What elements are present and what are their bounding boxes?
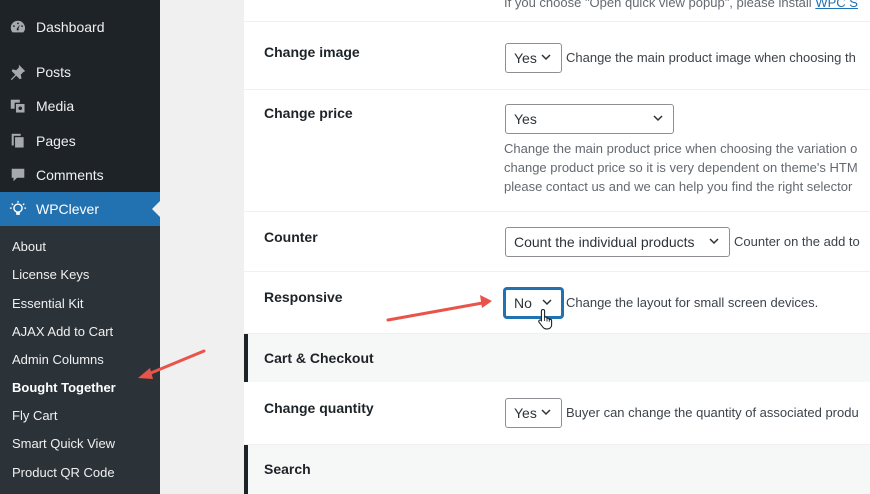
change-price-description-line-2: change product price so it is very depen… <box>504 160 858 175</box>
settings-row-change-quantity: Change quantity Yes Buyer can change the… <box>244 383 870 445</box>
quick-view-note: If you choose "Open quick view popup", p… <box>504 0 858 12</box>
submenu-item-about[interactable]: About <box>12 239 46 254</box>
sidebar-item-posts[interactable]: Posts <box>0 55 160 89</box>
pages-icon <box>11 133 25 149</box>
change-image-value: Yes <box>514 50 537 66</box>
hand-cursor-icon <box>538 308 553 330</box>
comments-icon <box>11 168 25 182</box>
chevron-down-icon <box>542 299 552 306</box>
annotation-arrow-responsive <box>386 295 492 322</box>
change-price-description-line-3: please contact us and we can help you fi… <box>504 179 853 194</box>
change-quantity-select[interactable]: Yes <box>505 398 562 428</box>
change-image-label: Change image <box>264 44 360 60</box>
pin-icon <box>10 64 26 81</box>
sidebar-item-label: Pages <box>36 133 76 149</box>
submenu-item-license-keys[interactable]: License Keys <box>12 267 89 282</box>
change-price-description-line-1: Change the main product price when choos… <box>504 141 858 156</box>
counter-description: Counter on the add to <box>734 234 860 249</box>
lightbulb-icon <box>9 200 27 215</box>
active-indicator <box>152 201 160 217</box>
submenu-item-essential-kit[interactable]: Essential Kit <box>12 296 84 311</box>
submenu-item-product-qr-code[interactable]: Product QR Code <box>12 465 115 480</box>
sidebar-item-label: Posts <box>36 64 72 80</box>
chevron-down-icon <box>653 115 663 122</box>
chevron-down-icon <box>541 54 551 61</box>
sidebar-item-dashboard[interactable]: Dashboard <box>0 10 160 44</box>
submenu-item-fly-cart[interactable]: Fly Cart <box>12 408 58 423</box>
submenu-item-smart-quick-view[interactable]: Smart Quick View <box>12 436 115 451</box>
change-quantity-description: Buyer can change the quantity of associa… <box>566 405 859 420</box>
section-header-cart-checkout: Cart & Checkout <box>244 334 870 382</box>
dashboard-icon <box>10 20 25 33</box>
settings-row-quick-view-note: If you choose "Open quick view popup", p… <box>244 0 870 22</box>
quick-view-note-text: If you choose "Open quick view popup", p… <box>504 0 812 10</box>
responsive-label: Responsive <box>264 289 343 305</box>
sidebar-item-label: Comments <box>36 167 104 183</box>
sidebar-item-comments[interactable]: Comments <box>0 158 160 192</box>
change-price-select[interactable]: Yes <box>505 104 674 134</box>
chevron-down-icon <box>541 409 551 416</box>
cart-checkout-heading: Cart & Checkout <box>264 350 374 366</box>
settings-row-change-price: Change price Yes Change the main product… <box>244 90 870 212</box>
chevron-down-icon <box>709 238 719 245</box>
responsive-value: No <box>514 295 532 311</box>
settings-row-responsive: Responsive No Change the layout for smal… <box>244 272 870 334</box>
counter-select[interactable]: Count the individual products <box>505 227 730 257</box>
sidebar-item-media[interactable]: Media <box>0 89 160 123</box>
sidebar-item-label: Dashboard <box>36 19 105 35</box>
settings-panel: If you choose "Open quick view popup", p… <box>244 0 870 494</box>
change-image-select[interactable]: Yes <box>505 43 562 73</box>
search-heading: Search <box>264 461 311 477</box>
change-price-label: Change price <box>264 105 353 121</box>
settings-row-counter: Counter Count the individual products Co… <box>244 212 870 272</box>
counter-label: Counter <box>264 229 318 245</box>
sidebar-item-pages[interactable]: Pages <box>0 124 160 158</box>
settings-row-change-image: Change image Yes Change the main product… <box>244 22 870 90</box>
submenu-item-bought-together[interactable]: Bought Together <box>12 380 116 395</box>
change-quantity-value: Yes <box>514 405 537 421</box>
change-image-description: Change the main product image when choos… <box>566 50 856 65</box>
sidebar-item-label: Media <box>36 98 75 114</box>
counter-value: Count the individual products <box>514 234 695 250</box>
change-price-value: Yes <box>514 111 537 127</box>
section-header-search: Search <box>244 445 870 494</box>
wpc-link[interactable]: WPC S <box>815 0 858 10</box>
submenu-item-ajax-add-to-cart[interactable]: AJAX Add to Cart <box>12 324 113 339</box>
admin-sidebar: Dashboard Posts Media Pages Comments WPC… <box>0 0 160 494</box>
sidebar-item-wpclever[interactable]: WPClever <box>0 192 160 226</box>
annotation-arrow-bought-together <box>138 349 206 379</box>
media-icon <box>10 99 26 114</box>
sidebar-item-label: WPClever <box>36 201 100 217</box>
submenu-item-admin-columns[interactable]: Admin Columns <box>12 352 104 367</box>
change-quantity-label: Change quantity <box>264 400 374 416</box>
responsive-description: Change the layout for small screen devic… <box>566 295 819 310</box>
